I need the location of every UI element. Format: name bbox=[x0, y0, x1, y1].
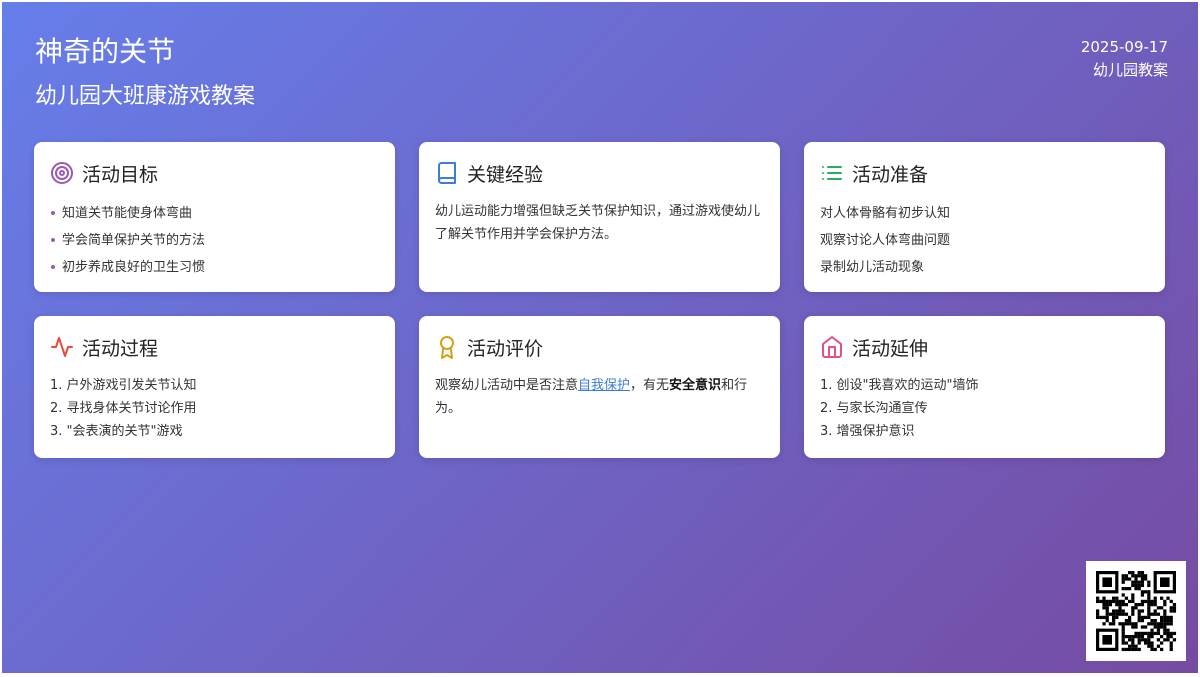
list-item: 对人体骨骼有初步认知 bbox=[820, 206, 951, 221]
header: 神奇的关节 幼儿园大班康游戏教案 bbox=[35, 32, 255, 112]
card-title: 活动评价 bbox=[467, 337, 544, 360]
card-evaluation: 活动评价 观察幼儿活动中是否注意自我保护，有无安全意识和行为。 bbox=[419, 316, 780, 458]
card-header: 活动目标 bbox=[50, 160, 379, 186]
evaluation-text-mid: ，有无 bbox=[630, 378, 670, 393]
list-item: 学会简单保护关节的方法 bbox=[50, 227, 379, 254]
pulse-icon bbox=[50, 335, 74, 359]
home-icon bbox=[820, 335, 844, 359]
card-goals: 活动目标 知道关节能使身体弯曲 学会简单保护关节的方法 初步养成良好的卫生习惯 bbox=[34, 142, 395, 292]
safety-awareness-text: 安全意识 bbox=[669, 378, 722, 393]
card-header: 活动评价 bbox=[435, 334, 764, 360]
card-header: 活动准备 bbox=[820, 160, 1149, 186]
prep-list: 对人体骨骼有初步认知 观察讨论人体弯曲问题 录制幼儿活动现象 bbox=[820, 200, 1149, 281]
card-title: 活动目标 bbox=[82, 163, 159, 186]
process-list: 1. 户外游戏引发关节认知 2. 寻找身体关节讨论作用 3. "会表演的关节"游… bbox=[50, 374, 379, 443]
list-item: 观察讨论人体弯曲问题 bbox=[820, 233, 951, 248]
date-label: 2025-09-17 bbox=[1080, 38, 1168, 56]
page-title: 神奇的关节 bbox=[35, 35, 176, 68]
card-process: 活动过程 1. 户外游戏引发关节认知 2. 寻找身体关节讨论作用 3. "会表演… bbox=[34, 316, 395, 458]
card-title: 关键经验 bbox=[467, 163, 544, 186]
self-protection-link[interactable]: 自我保护 bbox=[578, 378, 630, 393]
qr-code[interactable] bbox=[1086, 561, 1186, 661]
list-item: 2. 与家长沟通宣传 bbox=[820, 401, 928, 416]
list-item: 1. 创设"我喜欢的运动"墙饰 bbox=[820, 378, 979, 393]
list-item: 3. 增强保护意识 bbox=[820, 424, 915, 439]
target-icon bbox=[50, 161, 74, 185]
experience-text: 幼儿运动能力增强但缺乏关节保护知识，通过游戏使幼儿了解关节作用并学会保护方法。 bbox=[435, 204, 761, 242]
page-subtitle: 幼儿园大班康游戏教案 bbox=[35, 84, 256, 109]
card-experience: 关键经验 幼儿运动能力增强但缺乏关节保护知识，通过游戏使幼儿了解关节作用并学会保… bbox=[419, 142, 780, 292]
list-item: 1. 户外游戏引发关节认知 bbox=[50, 378, 197, 393]
card-preparation: 活动准备 对人体骨骼有初步认知 观察讨论人体弯曲问题 录制幼儿活动现象 bbox=[804, 142, 1165, 292]
qr-code-icon bbox=[1086, 561, 1186, 661]
evaluation-text: 观察幼儿活动中是否注意自我保护，有无安全意识和行为。 bbox=[435, 374, 764, 420]
award-icon bbox=[435, 335, 459, 359]
card-extension: 活动延伸 1. 创设"我喜欢的运动"墙饰 2. 与家长沟通宣传 3. 增强保护意… bbox=[804, 316, 1165, 458]
book-icon bbox=[435, 161, 459, 185]
header-meta: 2025-09-17 幼儿园教案 bbox=[1081, 36, 1168, 82]
evaluation-text-start: 观察幼儿活动中是否注意 bbox=[435, 378, 579, 393]
extension-list: 1. 创设"我喜欢的运动"墙饰 2. 与家长沟通宣传 3. 增强保护意识 bbox=[820, 374, 1149, 443]
card-title: 活动延伸 bbox=[852, 337, 929, 360]
lesson-plan-page: 神奇的关节 幼儿园大班康游戏教案 2025-09-17 幼儿园教案 活动目标 知… bbox=[2, 2, 1198, 673]
list-item: 2. 寻找身体关节讨论作用 bbox=[50, 401, 197, 416]
doc-type-label: 幼儿园教案 bbox=[1092, 61, 1168, 79]
card-header: 活动过程 bbox=[50, 334, 379, 360]
goals-list: 知道关节能使身体弯曲 学会简单保护关节的方法 初步养成良好的卫生习惯 bbox=[50, 200, 379, 281]
list-item: 3. "会表演的关节"游戏 bbox=[50, 424, 183, 439]
card-header: 活动延伸 bbox=[820, 334, 1149, 360]
card-title: 活动过程 bbox=[82, 337, 159, 360]
card-grid: 活动目标 知道关节能使身体弯曲 学会简单保护关节的方法 初步养成良好的卫生习惯 … bbox=[34, 142, 1166, 458]
list-item: 知道关节能使身体弯曲 bbox=[50, 200, 379, 227]
card-header: 关键经验 bbox=[435, 160, 764, 186]
list-item: 录制幼儿活动现象 bbox=[820, 260, 925, 275]
list-icon bbox=[820, 161, 844, 185]
card-title: 活动准备 bbox=[852, 163, 929, 186]
list-item: 初步养成良好的卫生习惯 bbox=[50, 254, 379, 281]
